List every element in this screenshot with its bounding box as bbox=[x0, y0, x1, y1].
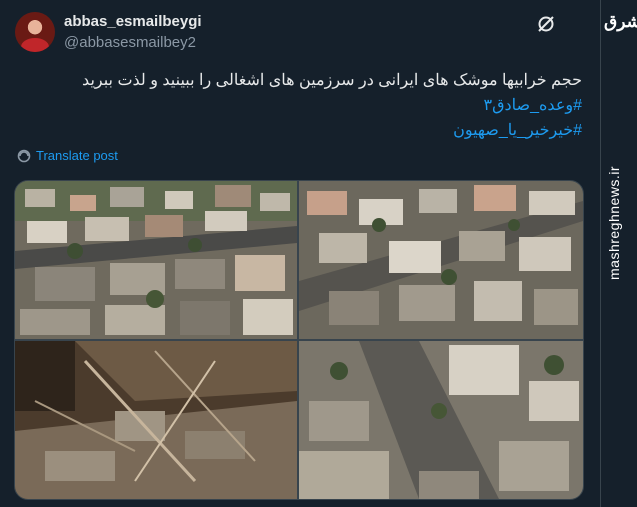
translate-label: Translate post bbox=[36, 148, 118, 163]
photo-aerial-neighborhood[interactable] bbox=[299, 181, 583, 339]
tweet: abbas_esmailbeygi @abbasesmailbey2 حجم خ… bbox=[0, 0, 600, 507]
translate-button[interactable]: Translate post bbox=[17, 148, 118, 163]
grok-icon[interactable] bbox=[536, 14, 556, 34]
photo-aerial-destroyed-houses[interactable] bbox=[15, 181, 297, 339]
display-name[interactable]: abbas_esmailbeygi bbox=[64, 13, 202, 30]
translate-icon bbox=[17, 149, 31, 162]
hashtag-link[interactable]: #خیرخیر_یا_صهیون bbox=[453, 120, 582, 140]
media-grid bbox=[14, 180, 584, 500]
divider bbox=[600, 0, 601, 507]
avatar[interactable] bbox=[15, 12, 55, 52]
photo-aerial-damaged-street[interactable] bbox=[299, 341, 583, 499]
handle[interactable]: @abbasesmailbey2 bbox=[64, 34, 196, 51]
watermark-logo: مشرق bbox=[604, 12, 637, 31]
photo-interior-rubble[interactable] bbox=[15, 341, 297, 499]
tweet-text: حجم خرابیها موشک های ایرانی در سرزمین ها… bbox=[82, 72, 582, 89]
hashtag-link[interactable]: #وعده_صادق۳ bbox=[484, 95, 582, 115]
watermark-strip: مشرق mashreghnews.ir bbox=[600, 0, 637, 507]
watermark-url: mashreghnews.ir bbox=[606, 165, 622, 280]
